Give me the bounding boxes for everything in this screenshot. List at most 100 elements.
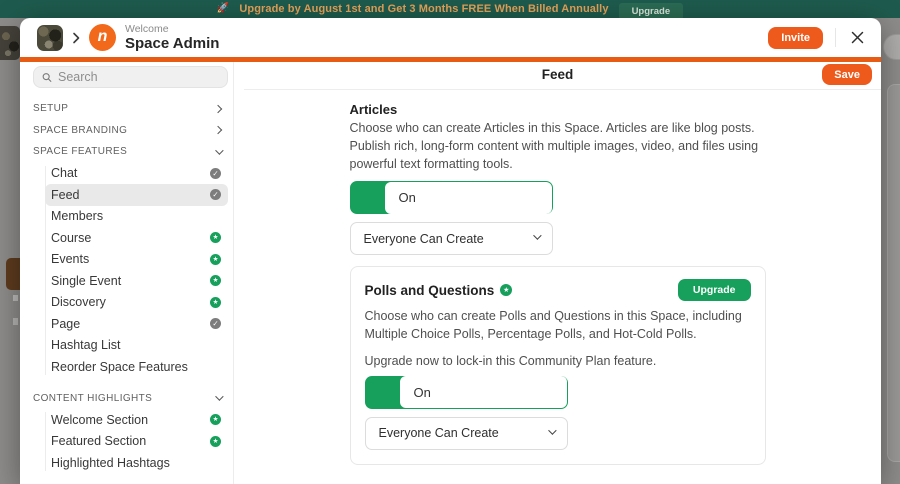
space-avatar[interactable] bbox=[37, 24, 63, 51]
sidebar-item-label: Featured Section bbox=[51, 434, 147, 449]
check-icon: ✓ bbox=[210, 318, 221, 330]
chevron-right-icon bbox=[213, 126, 223, 135]
polls-permission-value: Everyone Can Create bbox=[378, 426, 499, 441]
polls-toggle-value: On bbox=[413, 384, 431, 400]
articles-toggle-value: On bbox=[398, 190, 416, 206]
sidebar-item-page[interactable]: Page ✓ bbox=[45, 313, 228, 335]
sidebar-section-space-branding[interactable]: SPACE BRANDING bbox=[33, 120, 228, 142]
sidebar-item-course[interactable]: Course ★ bbox=[45, 227, 228, 249]
sidebar-item-label: Chat bbox=[51, 166, 78, 181]
premium-star-icon: ★ bbox=[210, 296, 221, 308]
rocket-icon: 🚀 bbox=[216, 3, 230, 14]
chevron-down-icon bbox=[215, 146, 224, 155]
search-box[interactable] bbox=[33, 66, 228, 88]
chevron-right-icon bbox=[213, 104, 223, 113]
header-divider bbox=[835, 28, 836, 47]
polls-toggle[interactable]: On bbox=[364, 375, 568, 409]
network-logo[interactable]: n bbox=[89, 24, 116, 51]
polls-permission-select[interactable]: Everyone Can Create bbox=[364, 416, 568, 450]
page-title: Space Admin bbox=[125, 35, 220, 52]
sidebar-item-members[interactable]: Members bbox=[45, 206, 228, 228]
close-button[interactable] bbox=[848, 28, 867, 47]
sidebar-section-setup[interactable]: SETUP bbox=[33, 98, 228, 120]
check-icon: ✓ bbox=[210, 167, 221, 179]
banner-upgrade-button[interactable]: Upgrade bbox=[618, 2, 684, 20]
sidebar-section-space-features[interactable]: SPACE FEATURES bbox=[33, 141, 228, 163]
close-icon bbox=[851, 31, 864, 44]
articles-permission-value: Everyone Can Create bbox=[363, 231, 484, 246]
polls-heading: Polls and Questions bbox=[364, 282, 495, 298]
sidebar-item-single-event[interactable]: Single Event ★ bbox=[45, 270, 228, 292]
network-logo-glyph: n bbox=[97, 27, 108, 45]
premium-star-icon: ★ bbox=[210, 232, 221, 244]
sidebar-item-label: Hashtag List bbox=[51, 338, 121, 353]
invite-button[interactable]: Invite bbox=[768, 26, 823, 49]
sidebar-item-welcome-section[interactable]: Welcome Section ★ bbox=[45, 409, 228, 431]
articles-heading: Articles bbox=[349, 102, 398, 117]
articles-permission-select[interactable]: Everyone Can Create bbox=[349, 222, 553, 256]
sidebar-item-hashtag-list[interactable]: Hashtag List bbox=[45, 335, 228, 357]
promo-banner-text: Upgrade by August 1st and Get 3 Months F… bbox=[239, 3, 609, 15]
settings-sidebar: SETUPSPACE BRANDINGSPACE FEATURESChat✓Fe… bbox=[20, 62, 234, 484]
sidebar-item-highlighted-hashtags[interactable]: Highlighted Hashtags bbox=[45, 452, 228, 474]
polls-upgrade-note: Upgrade now to lock-in this Community Pl… bbox=[364, 353, 657, 368]
background-user-avatar bbox=[883, 34, 900, 60]
modal-header: n Welcome Space Admin Invite bbox=[20, 18, 881, 57]
search-input[interactable] bbox=[58, 70, 219, 84]
polls-description: Choose who can create Polls and Question… bbox=[364, 309, 742, 341]
sidebar-item-label: Discovery bbox=[51, 295, 106, 310]
search-icon bbox=[42, 72, 52, 82]
background-space-avatar bbox=[0, 26, 20, 60]
breadcrumb-chevron-icon[interactable] bbox=[71, 32, 81, 44]
sidebar-item-reorder-space-features[interactable]: Reorder Space Features bbox=[45, 356, 228, 378]
sidebar-item-label: Reorder Space Features bbox=[51, 359, 188, 374]
chevron-down-icon bbox=[547, 426, 557, 435]
sidebar-section-label: SPACE FEATURES bbox=[33, 146, 128, 158]
articles-toggle[interactable]: On bbox=[349, 181, 553, 215]
sidebar-item-discovery[interactable]: Discovery ★ bbox=[45, 292, 228, 314]
content-scroll-area[interactable]: Articles Choose who can create Articles … bbox=[234, 90, 881, 484]
sidebar-item-chat[interactable]: Chat ✓ bbox=[45, 163, 228, 185]
promo-banner: 🚀 Upgrade by August 1st and Get 3 Months… bbox=[0, 0, 900, 20]
sidebar-group-space-features: Chat ✓ Feed ✓ Members Course ★ Events ★ Single Ev… bbox=[33, 163, 228, 378]
sidebar-item-label: Feed bbox=[51, 187, 80, 202]
premium-star-icon: ★ bbox=[210, 275, 221, 287]
sidebar-item-featured-section[interactable]: Featured Section ★ bbox=[45, 431, 228, 453]
premium-star-icon: ★ bbox=[500, 284, 513, 297]
sidebar-group-content-highlights: Welcome Section ★ Featured Section ★ Highlig… bbox=[33, 409, 228, 474]
sidebar-nav: SETUP SPACE BRANDING SPACE FEATURES Chat ✓ Fe… bbox=[33, 98, 228, 474]
background-decoration bbox=[13, 295, 18, 301]
chevron-down-icon bbox=[532, 231, 542, 241]
sidebar-item-label: Members bbox=[51, 209, 104, 224]
sidebar-item-feed[interactable]: Feed ✓ bbox=[45, 184, 228, 206]
sidebar-section-label: SPACE BRANDING bbox=[33, 124, 128, 136]
polls-upgrade-button[interactable]: Upgrade bbox=[677, 279, 751, 302]
sidebar-item-label: Page bbox=[51, 316, 81, 331]
sidebar-section-label: CONTENT HIGHLIGHTS bbox=[33, 392, 153, 404]
sidebar-section-label: SETUP bbox=[33, 103, 69, 115]
space-admin-modal: n Welcome Space Admin Invite SETUP SPACE … bbox=[20, 18, 881, 484]
background-card-edge bbox=[887, 84, 900, 462]
premium-star-icon: ★ bbox=[210, 414, 221, 426]
chevron-down-icon bbox=[215, 392, 224, 402]
premium-star-icon: ★ bbox=[210, 253, 221, 265]
welcome-label: Welcome bbox=[125, 23, 169, 35]
articles-description: Choose who can create Articles in this S… bbox=[349, 121, 759, 171]
background-decoration bbox=[13, 318, 18, 325]
sidebar-section-content-highlights[interactable]: CONTENT HIGHLIGHTS bbox=[33, 388, 228, 410]
content-title: Feed bbox=[541, 67, 574, 82]
content-header: Feed Save bbox=[234, 62, 881, 90]
sidebar-item-label: Single Event bbox=[51, 273, 122, 288]
settings-content: Feed Save Articles Choose who can create… bbox=[234, 62, 881, 484]
sidebar-item-label: Welcome Section bbox=[51, 412, 149, 427]
sidebar-item-label: Course bbox=[51, 230, 92, 245]
polls-card: Polls and Questions ★ Upgrade Choose who… bbox=[349, 266, 766, 465]
sidebar-item-label: Highlighted Hashtags bbox=[51, 455, 170, 470]
background-sidebar-item bbox=[6, 258, 20, 290]
sidebar-item-label: Events bbox=[51, 252, 90, 267]
check-icon: ✓ bbox=[210, 189, 221, 201]
premium-star-icon: ★ bbox=[210, 435, 221, 447]
sidebar-item-events[interactable]: Events ★ bbox=[45, 249, 228, 271]
save-button[interactable]: Save bbox=[822, 64, 872, 85]
breadcrumb: Welcome Space Admin bbox=[125, 23, 219, 52]
